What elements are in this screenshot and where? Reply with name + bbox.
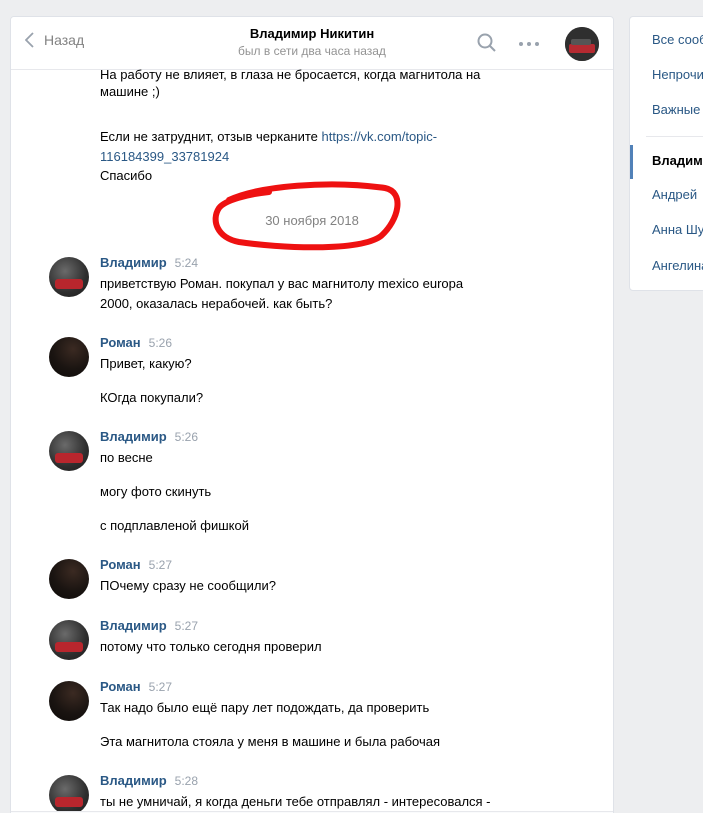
message-time[interactable]: 5:24	[175, 256, 198, 270]
dialog-tab[interactable]: Ангелина	[652, 258, 703, 273]
message-text: Так надо было ещё пару лет подождать, да…	[100, 700, 441, 749]
author-name[interactable]: Владимир	[100, 429, 167, 444]
message-line: Если не затруднит, отзыв черканите https…	[100, 129, 438, 144]
topic-link-continued[interactable]: 116184399_33781924	[100, 147, 229, 167]
avatar[interactable]	[49, 431, 89, 471]
red-circle-annotation	[212, 181, 401, 251]
message-time[interactable]: 5:27	[149, 558, 172, 572]
contact-name[interactable]: Владимир Никитин	[11, 26, 613, 41]
message-time[interactable]: 5:26	[175, 430, 198, 444]
message-text: по весне могу фото скинуть с подплавлено…	[100, 450, 249, 533]
chat-window: Назад Владимир Никитин был в сети два ча…	[10, 16, 614, 813]
message-text: приветствую Роман. покупал у вас магнито…	[100, 276, 464, 311]
message-line: машине ;)	[100, 84, 160, 99]
message-text: потому что только сегодня проверил	[100, 639, 322, 654]
author-name[interactable]: Владимир	[100, 255, 167, 270]
active-indicator	[630, 145, 633, 179]
folder-unread[interactable]: Непрочитанные	[652, 67, 703, 82]
avatar[interactable]	[49, 620, 89, 660]
contact-avatar[interactable]	[565, 27, 599, 61]
search-icon[interactable]	[477, 33, 497, 56]
author-name[interactable]: Владимир	[100, 773, 167, 788]
avatar[interactable]	[49, 775, 89, 813]
author-name[interactable]: Роман	[100, 679, 141, 694]
message-text: ПОчему сразу не сообщили?	[100, 578, 277, 593]
message-line: Спасибо	[100, 168, 153, 183]
folder-important[interactable]: Важные	[652, 102, 700, 117]
topic-link[interactable]: https://vk.com/topic-	[322, 129, 438, 144]
author-name[interactable]: Роман	[100, 335, 141, 350]
avatar[interactable]	[49, 337, 89, 377]
folder-all[interactable]: Все сообщения	[652, 32, 703, 47]
message-history[interactable]: На работу не влияет, в глаза не бросаетс…	[11, 67, 613, 813]
more-icon[interactable]	[519, 42, 539, 46]
author-name[interactable]: Роман	[100, 557, 141, 572]
dialog-tab[interactable]: Андрей	[652, 187, 697, 202]
message-time[interactable]: 5:26	[149, 336, 172, 350]
avatar[interactable]	[49, 559, 89, 599]
author-name[interactable]: Владимир	[100, 618, 167, 633]
avatar[interactable]	[49, 257, 89, 297]
message-time[interactable]: 5:27	[149, 680, 172, 694]
message-text: ты не умничай, я когда деньги тебе отпра…	[100, 794, 491, 809]
message-text: Привет, какую? КОгда покупали?	[100, 356, 204, 405]
avatar[interactable]	[49, 681, 89, 721]
message-time[interactable]: 5:28	[175, 774, 198, 788]
divider	[646, 136, 703, 137]
dialog-tab-active[interactable]: Владимир	[652, 153, 703, 168]
folders-panel: Все сообщения Непрочитанные Важные Влади…	[629, 16, 703, 291]
contact-status: был в сети два часа назад	[238, 44, 386, 58]
message-time[interactable]: 5:27	[175, 619, 198, 633]
chat-header: Назад Владимир Никитин был в сети два ча…	[11, 17, 613, 70]
dialog-tab[interactable]: Анна Шу	[652, 222, 703, 237]
